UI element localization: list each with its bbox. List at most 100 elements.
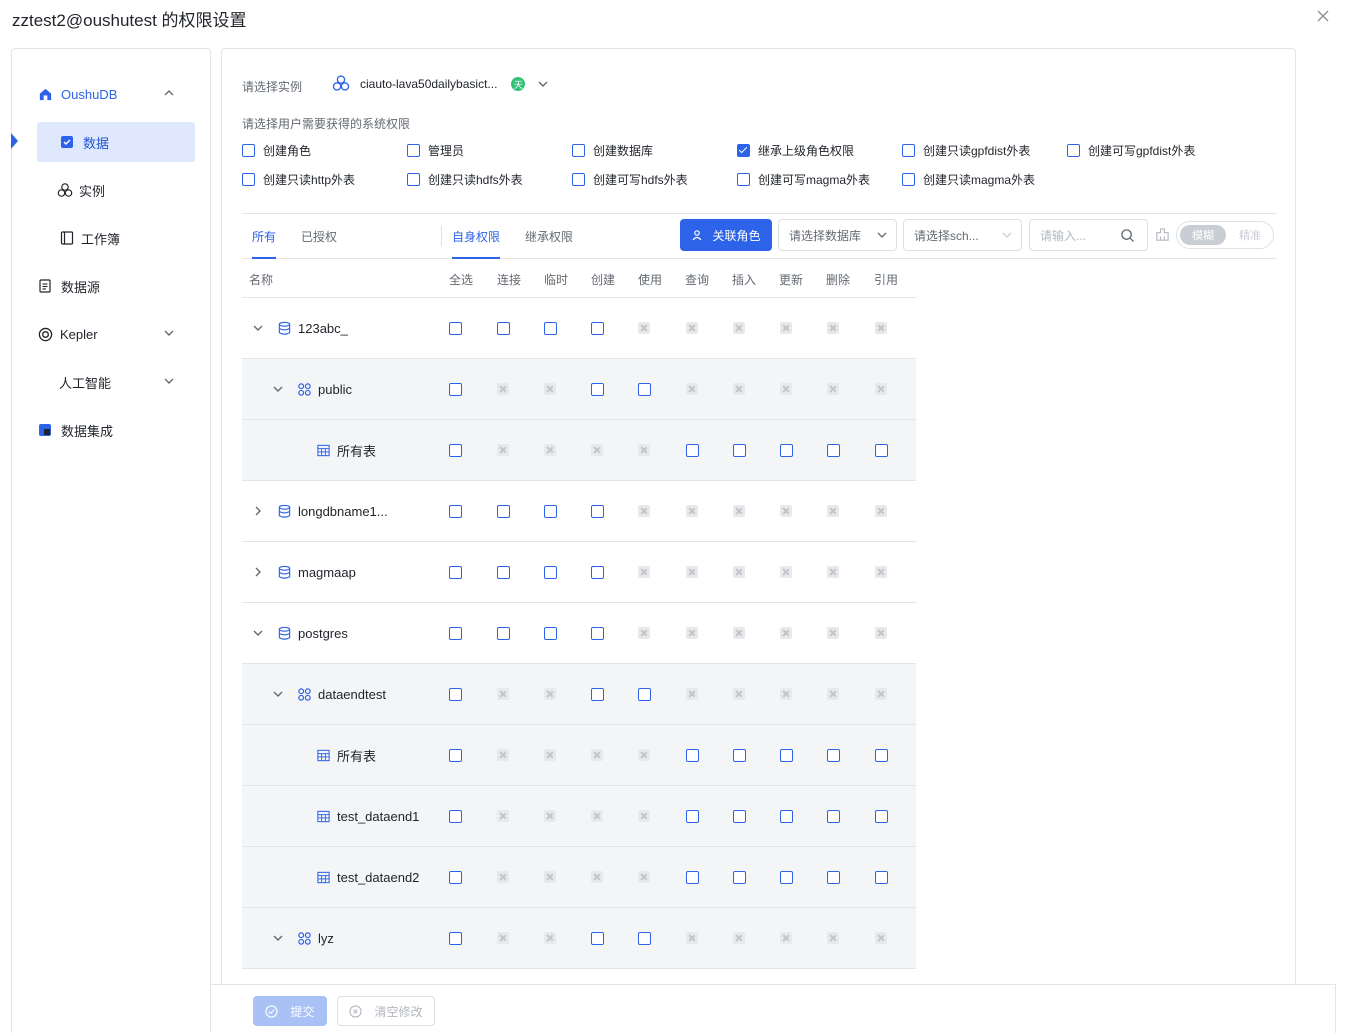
chevron-up-icon[interactable] bbox=[162, 86, 176, 100]
permission-checkbox[interactable] bbox=[733, 810, 746, 823]
clear-icon[interactable] bbox=[1155, 227, 1170, 242]
permission-checkbox[interactable] bbox=[591, 688, 604, 701]
permission-checkbox[interactable] bbox=[449, 932, 462, 945]
permission-checkbox[interactable] bbox=[733, 871, 746, 884]
chevron-down-icon[interactable] bbox=[272, 383, 284, 395]
clear-changes-button[interactable]: 清空修改 bbox=[337, 996, 435, 1026]
permission-checkbox[interactable] bbox=[780, 444, 793, 457]
system-perm-checkbox[interactable]: 继承上级角色权限 bbox=[737, 142, 854, 159]
permission-checkbox[interactable] bbox=[733, 444, 746, 457]
system-perm-checkbox[interactable]: 创建角色 bbox=[242, 142, 311, 159]
permission-checkbox[interactable] bbox=[449, 871, 462, 884]
system-perm-checkbox[interactable]: 创建数据库 bbox=[572, 142, 653, 159]
checkbox[interactable] bbox=[572, 144, 585, 157]
database-select[interactable]: 请选择数据库 bbox=[778, 219, 897, 251]
permission-checkbox[interactable] bbox=[497, 627, 510, 640]
permission-checkbox[interactable] bbox=[686, 444, 699, 457]
chevron-down-icon[interactable] bbox=[162, 326, 176, 340]
permission-checkbox[interactable] bbox=[449, 627, 462, 640]
permission-checkbox[interactable] bbox=[780, 749, 793, 762]
permission-checkbox[interactable] bbox=[449, 566, 462, 579]
checkbox[interactable] bbox=[407, 173, 420, 186]
permission-checkbox[interactable] bbox=[544, 627, 557, 640]
system-perm-checkbox[interactable]: 创建只读hdfs外表 bbox=[407, 171, 523, 188]
permission-checkbox[interactable] bbox=[875, 871, 888, 884]
mode-exact[interactable]: 精准 bbox=[1229, 225, 1271, 245]
column-header[interactable]: 使用 bbox=[638, 271, 662, 288]
column-header[interactable]: 全选 bbox=[449, 271, 473, 288]
system-perm-checkbox[interactable]: 创建可写hdfs外表 bbox=[572, 171, 688, 188]
chevron-down-icon[interactable] bbox=[252, 322, 264, 334]
permission-checkbox[interactable] bbox=[638, 688, 651, 701]
system-perm-checkbox[interactable]: 管理员 bbox=[407, 142, 464, 159]
checkbox[interactable] bbox=[242, 144, 255, 157]
permission-checkbox[interactable] bbox=[638, 932, 651, 945]
permission-checkbox[interactable] bbox=[591, 505, 604, 518]
permission-checkbox[interactable] bbox=[544, 505, 557, 518]
search-input[interactable]: 请输入... bbox=[1029, 219, 1148, 251]
instance-select[interactable]: ciauto-lava50dailybasict... 天 bbox=[332, 73, 549, 95]
permission-checkbox[interactable] bbox=[449, 810, 462, 823]
column-header[interactable]: 更新 bbox=[779, 271, 803, 288]
permission-checkbox[interactable] bbox=[497, 566, 510, 579]
permission-checkbox[interactable] bbox=[827, 871, 840, 884]
permission-checkbox[interactable] bbox=[591, 627, 604, 640]
tab-own-perms[interactable]: 自身权限 bbox=[452, 228, 500, 245]
column-header[interactable]: 临时 bbox=[544, 271, 568, 288]
checkbox[interactable] bbox=[242, 173, 255, 186]
permission-checkbox[interactable] bbox=[449, 505, 462, 518]
sidebar-item-workbook[interactable]: 工作簿 bbox=[12, 218, 210, 258]
column-header[interactable]: 插入 bbox=[732, 271, 756, 288]
system-perm-checkbox[interactable]: 创建只读gpfdist外表 bbox=[902, 142, 1030, 159]
permission-checkbox[interactable] bbox=[497, 322, 510, 335]
chevron-right-icon[interactable] bbox=[252, 566, 264, 578]
permission-checkbox[interactable] bbox=[544, 566, 557, 579]
submit-button[interactable]: 提交 bbox=[253, 996, 327, 1026]
permission-checkbox[interactable] bbox=[875, 444, 888, 457]
permission-checkbox[interactable] bbox=[638, 383, 651, 396]
system-perm-checkbox[interactable]: 创建只读http外表 bbox=[242, 171, 355, 188]
checkbox[interactable] bbox=[902, 173, 915, 186]
chevron-down-icon[interactable] bbox=[162, 374, 176, 388]
link-role-button[interactable]: 关联角色 bbox=[680, 219, 772, 251]
checkbox[interactable] bbox=[572, 173, 585, 186]
column-header[interactable]: 创建 bbox=[591, 271, 615, 288]
permission-checkbox[interactable] bbox=[827, 810, 840, 823]
system-perm-checkbox[interactable]: 创建可写magma外表 bbox=[737, 171, 870, 188]
permission-checkbox[interactable] bbox=[591, 932, 604, 945]
permission-checkbox[interactable] bbox=[780, 871, 793, 884]
match-mode-toggle[interactable]: 模糊 精准 bbox=[1176, 221, 1274, 249]
chevron-down-icon[interactable] bbox=[272, 932, 284, 944]
schema-select[interactable]: 请选择sch... bbox=[903, 219, 1022, 251]
system-perm-checkbox[interactable]: 创建可写gpfdist外表 bbox=[1067, 142, 1195, 159]
column-header[interactable]: 连接 bbox=[497, 271, 521, 288]
permission-checkbox[interactable] bbox=[449, 322, 462, 335]
sidebar-item-oushudb[interactable]: OushuDB bbox=[12, 74, 210, 114]
sidebar-item-instance[interactable]: 实例 bbox=[12, 170, 210, 210]
search-icon[interactable] bbox=[1120, 228, 1135, 243]
chevron-down-icon[interactable] bbox=[252, 627, 264, 639]
permission-checkbox[interactable] bbox=[733, 749, 746, 762]
checkbox[interactable] bbox=[737, 173, 750, 186]
permission-checkbox[interactable] bbox=[686, 749, 699, 762]
permission-checkbox[interactable] bbox=[449, 749, 462, 762]
permission-checkbox[interactable] bbox=[591, 566, 604, 579]
sidebar-item-data[interactable]: 数据 bbox=[37, 122, 195, 162]
permission-checkbox[interactable] bbox=[544, 322, 557, 335]
permission-checkbox[interactable] bbox=[449, 383, 462, 396]
permission-checkbox[interactable] bbox=[591, 322, 604, 335]
checkbox[interactable] bbox=[902, 144, 915, 157]
mode-fuzzy[interactable]: 模糊 bbox=[1180, 225, 1226, 245]
tab-all[interactable]: 所有 bbox=[252, 228, 276, 245]
permission-checkbox[interactable] bbox=[497, 505, 510, 518]
permission-checkbox[interactable] bbox=[686, 871, 699, 884]
close-icon[interactable] bbox=[1313, 6, 1333, 26]
tab-authorized[interactable]: 已授权 bbox=[301, 228, 337, 245]
column-header[interactable]: 删除 bbox=[826, 271, 850, 288]
permission-checkbox[interactable] bbox=[827, 749, 840, 762]
permission-checkbox[interactable] bbox=[827, 444, 840, 457]
permission-checkbox[interactable] bbox=[686, 810, 699, 823]
column-header[interactable]: 引用 bbox=[874, 271, 898, 288]
system-perm-checkbox[interactable]: 创建只读magma外表 bbox=[902, 171, 1035, 188]
checkbox[interactable] bbox=[407, 144, 420, 157]
